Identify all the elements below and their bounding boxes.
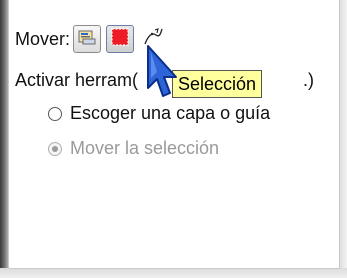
selection-tooltip: Selección bbox=[172, 70, 263, 98]
move-layer-icon bbox=[78, 29, 96, 50]
right-edge-shadow bbox=[339, 0, 347, 278]
radio-button-unchecked[interactable] bbox=[48, 106, 62, 121]
activate-tool-label: Activar herram bbox=[15, 70, 133, 90]
activate-tool-paren-close: .) bbox=[303, 70, 314, 90]
activate-tool-text: Activar herram( .) bbox=[15, 70, 314, 91]
bottom-edge-shadow bbox=[0, 268, 347, 278]
move-layer-button[interactable] bbox=[73, 25, 102, 53]
move-selection-button[interactable] bbox=[106, 25, 135, 53]
mouse-cursor-icon bbox=[145, 44, 179, 105]
radio-move-selection[interactable]: Mover la selección bbox=[48, 138, 219, 159]
move-selection-icon bbox=[111, 27, 129, 51]
radio-button-checked-disabled[interactable] bbox=[48, 141, 62, 156]
radio-label-pick-layer: Escoger una capa o guía bbox=[70, 103, 271, 123]
activate-tool-paren-open: ( bbox=[132, 70, 139, 90]
radio-label-move-selection: Mover la selección bbox=[70, 138, 220, 158]
radio-dot bbox=[52, 145, 58, 152]
mover-label: Mover: bbox=[15, 28, 71, 49]
radio-pick-layer-or-guide[interactable]: Escoger una capa o guía bbox=[48, 103, 270, 124]
